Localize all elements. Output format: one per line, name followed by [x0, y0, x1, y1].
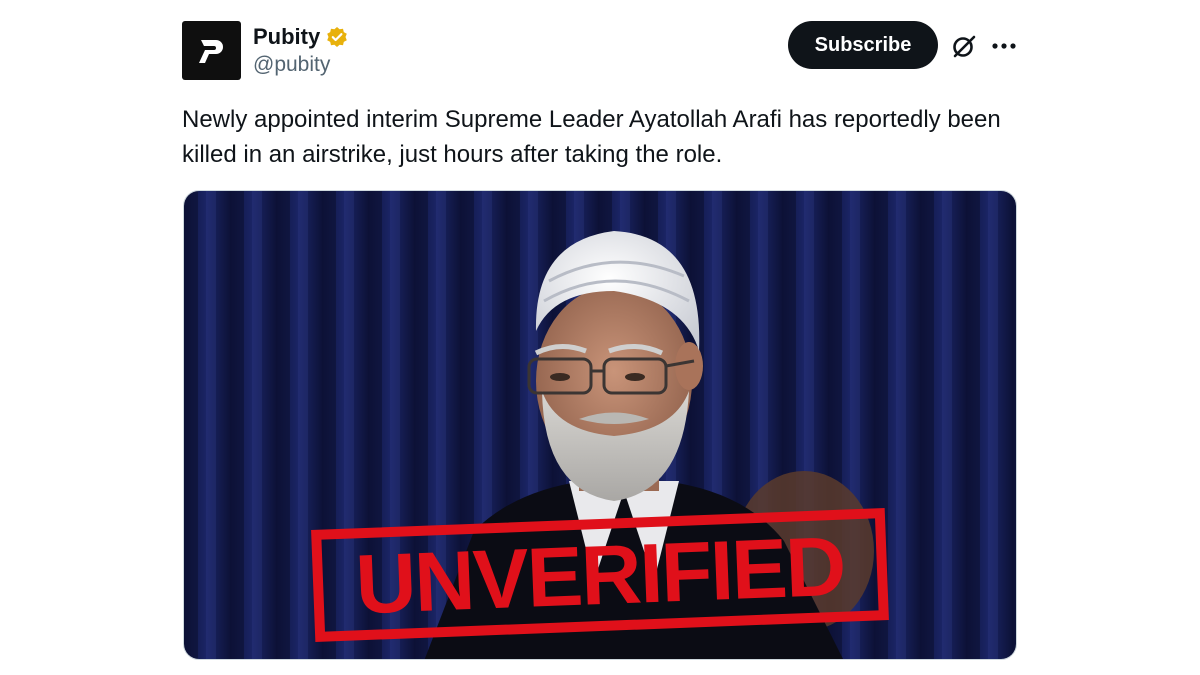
author-name-row[interactable]: Pubity — [253, 24, 348, 50]
unverified-stamp: UNVERIFIED — [311, 508, 889, 642]
ellipsis-icon — [992, 43, 1016, 49]
avatar[interactable] — [182, 21, 241, 80]
author-handle[interactable]: @pubity — [253, 53, 330, 77]
verified-badge-icon — [327, 27, 348, 47]
unverified-stamp-text: UNVERIFIED — [354, 518, 846, 632]
pubity-logo-icon — [198, 39, 223, 63]
tweet-text: Newly appointed interim Supreme Leader A… — [182, 106, 1001, 168]
author-display-name[interactable]: Pubity — [253, 24, 320, 50]
grok-icon[interactable] — [950, 32, 978, 60]
more-options-icon[interactable] — [990, 32, 1018, 60]
subscribe-button[interactable]: Subscribe — [788, 21, 938, 69]
tweet-card: Pubity @pubity Subscribe Newly appointed… — [0, 0, 1200, 675]
